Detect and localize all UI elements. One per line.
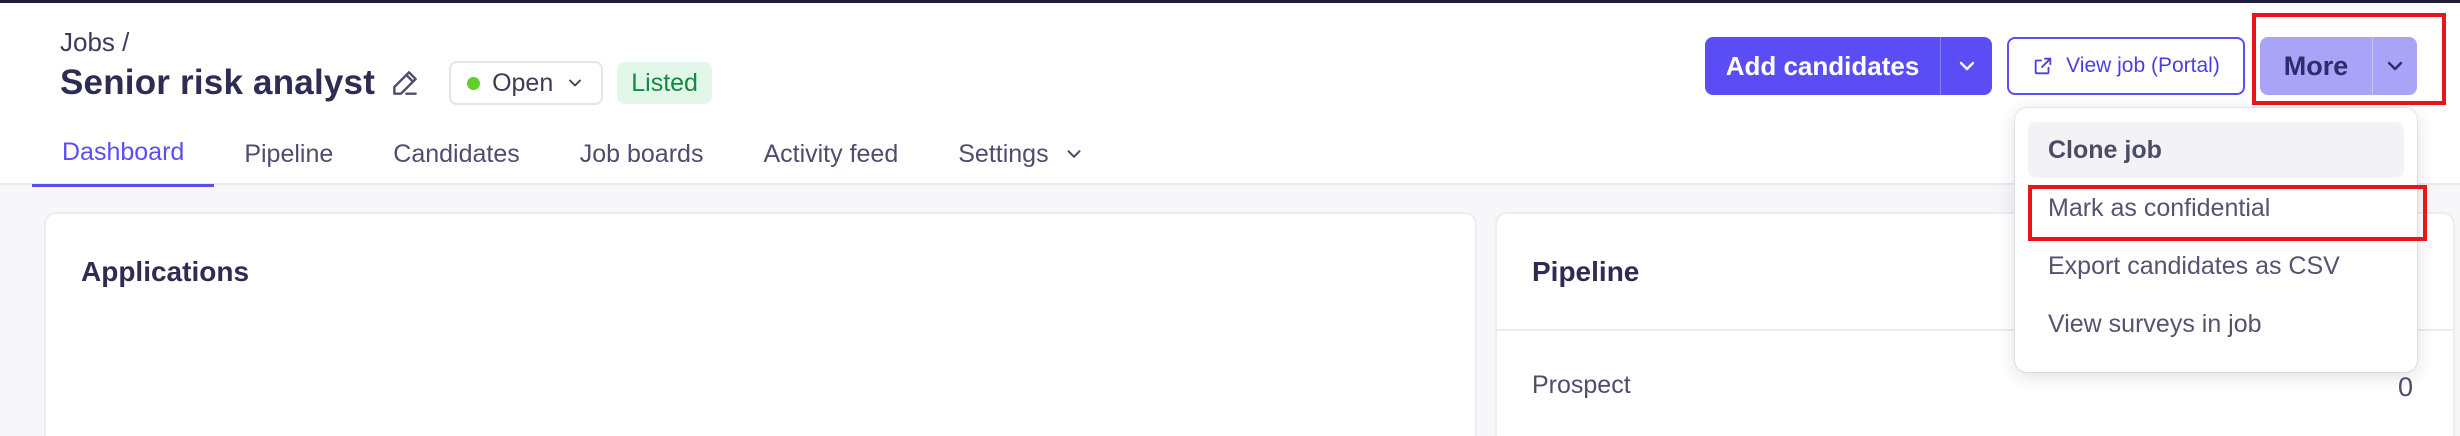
- pipeline-stage-label: Prospect: [1532, 371, 1631, 399]
- chevron-down-icon: [1067, 150, 1081, 158]
- page-title: Senior risk analyst: [60, 63, 376, 102]
- tab-dashboard[interactable]: Dashboard: [32, 121, 215, 187]
- tab-settings-label: Settings: [958, 139, 1049, 168]
- pipeline-title: Pipeline: [1532, 256, 1640, 287]
- tab-settings[interactable]: Settings: [928, 121, 1114, 187]
- add-candidates-label: Add candidates: [1725, 50, 1920, 81]
- add-candidates-options[interactable]: [1941, 54, 1992, 78]
- job-tabs: Dashboard Pipeline Candidates Job boards…: [32, 121, 1115, 187]
- view-job-portal-label: View job (Portal): [2066, 54, 2220, 77]
- menu-item-export-csv[interactable]: Export candidates as CSV: [2028, 238, 2404, 294]
- pencil-icon[interactable]: [389, 67, 421, 99]
- tab-activity-feed[interactable]: Activity feed: [733, 121, 928, 187]
- breadcrumb[interactable]: Jobs /: [60, 27, 129, 58]
- tab-pipeline[interactable]: Pipeline: [214, 121, 363, 187]
- view-job-portal-button[interactable]: View job (Portal): [2007, 37, 2245, 95]
- pipeline-stage-count: 0: [2397, 372, 2413, 402]
- menu-item-clone-job[interactable]: Clone job: [2028, 122, 2404, 178]
- chevron-down-icon: [569, 79, 582, 87]
- more-button-highlight: [2252, 13, 2446, 105]
- applications-card: Applications: [44, 212, 1477, 436]
- status-dot: [467, 76, 481, 90]
- confidential-item-highlight: [2028, 185, 2427, 241]
- tab-candidates[interactable]: Candidates: [363, 121, 549, 187]
- applications-title: Applications: [81, 256, 250, 287]
- status-label: Open: [492, 68, 554, 97]
- title-row: Senior risk analyst Open Listed: [60, 61, 712, 105]
- chevron-down-icon: [1959, 61, 1974, 71]
- status-dropdown[interactable]: Open: [449, 61, 604, 105]
- tab-job-boards[interactable]: Job boards: [550, 121, 734, 187]
- external-link-icon: [2034, 57, 2052, 75]
- menu-item-view-surveys[interactable]: View surveys in job: [2028, 296, 2404, 352]
- listed-badge: Listed: [617, 62, 712, 104]
- add-candidates-button[interactable]: Add candidates: [1705, 37, 1992, 95]
